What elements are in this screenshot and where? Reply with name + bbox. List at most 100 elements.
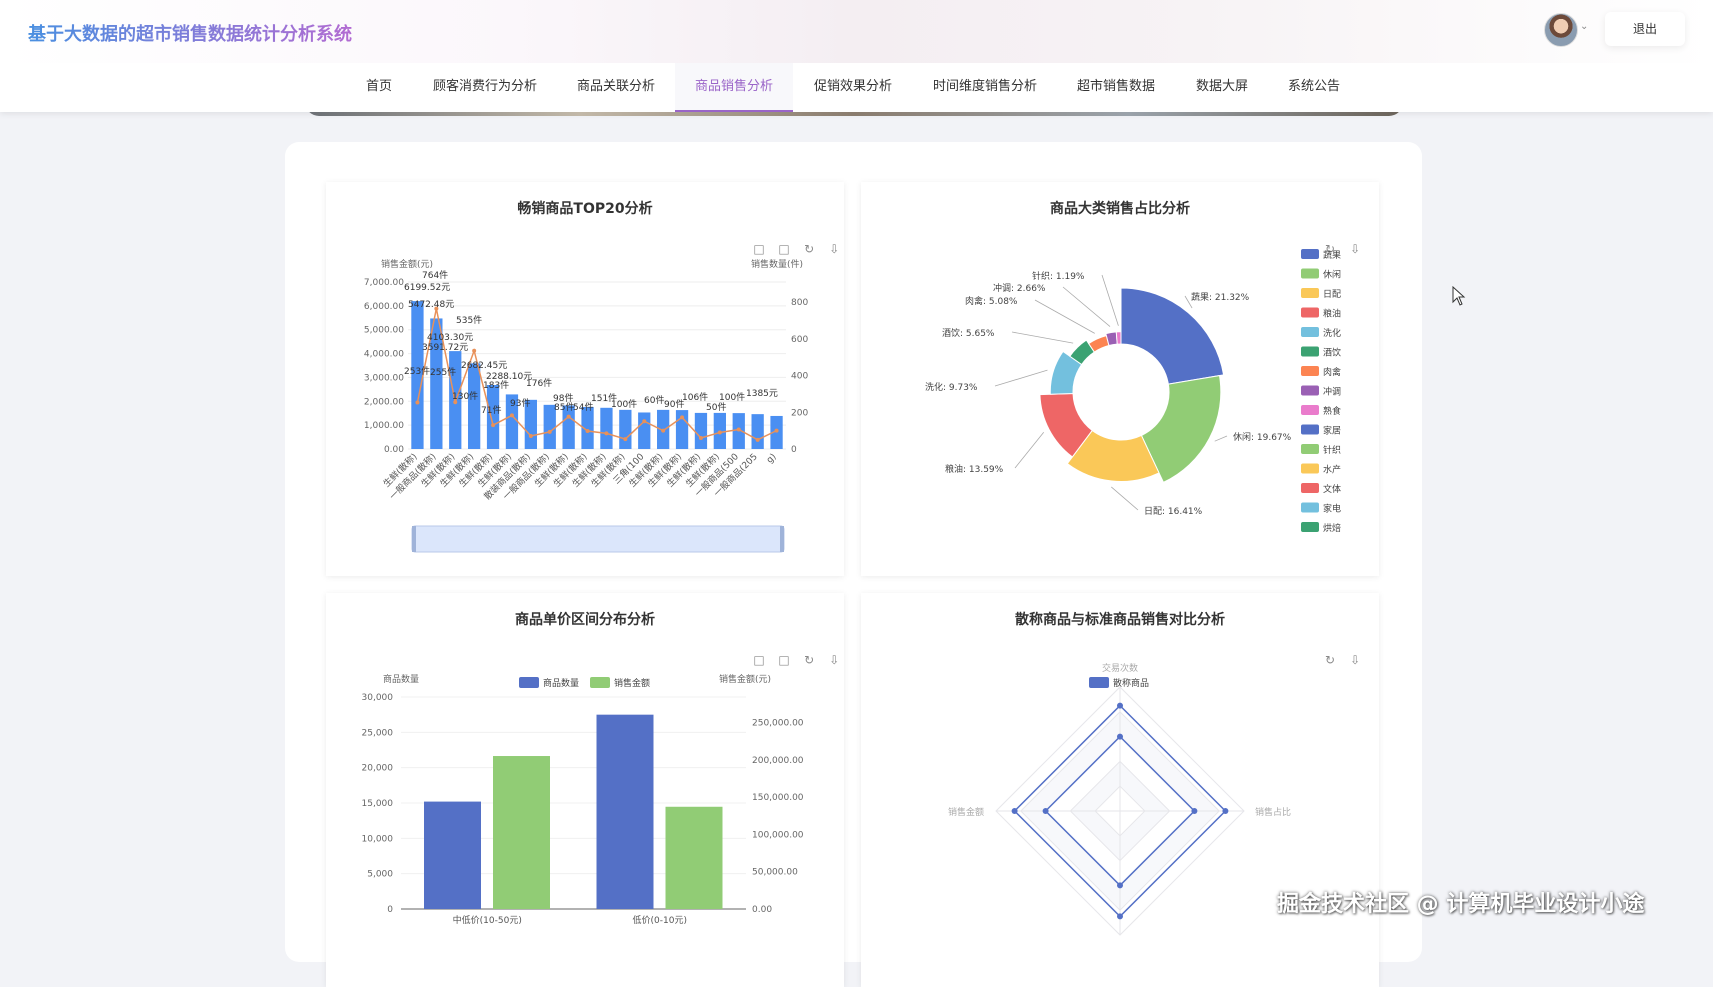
nav-item-product-association[interactable]: 商品关联分析: [565, 63, 667, 110]
mouse-cursor-icon: [1452, 286, 1466, 306]
bar: [486, 385, 500, 449]
pie-label: 粮油: 13.59%: [945, 463, 1004, 475]
bar: [468, 363, 481, 449]
watermark: 掘金技术社区 @ 计算机毕业设计小途: [1277, 892, 1645, 917]
chevron-down-icon[interactable]: ⌄: [1580, 21, 1588, 32]
data-label: 2682.45元: [461, 361, 507, 371]
pie-label-line: [1011, 331, 1074, 344]
user-avatar[interactable]: [1544, 13, 1578, 47]
pie-label-line: [1101, 274, 1119, 326]
y-tick-label-right: 0: [791, 445, 797, 455]
y-tick-label-right: 800: [791, 298, 808, 308]
bar: [600, 407, 613, 449]
nav-item-dashboard[interactable]: 数据大屏: [1188, 63, 1256, 110]
bar: [694, 412, 708, 449]
chart-panel-price: 商品单价区间分布分析 □ □ ↻ ⇩ 商品数量 销售金额(元) 30,000 25,0…: [326, 593, 844, 987]
y-axis-label-right: 销售数量(件): [751, 258, 803, 270]
line-point: [698, 435, 703, 440]
nav-item-home[interactable]: 首页: [350, 63, 408, 110]
data-label: 1385元: [746, 389, 778, 399]
data-label: 100件: [719, 391, 745, 403]
y-tick-label-right: 0.00: [752, 905, 772, 915]
legend-label: 洗化: [1323, 327, 1341, 339]
nav-item-time-dimension[interactable]: 时间维度销售分析: [925, 63, 1045, 110]
bar: [424, 801, 481, 909]
legend-label: 休闲: [1323, 269, 1341, 281]
bar: [751, 414, 764, 449]
legend-label: 商品数量: [543, 677, 579, 689]
nav-item-promotion[interactable]: 促销效果分析: [800, 63, 906, 110]
legend-label: 水产: [1323, 464, 1341, 476]
legend-label: 家电: [1323, 503, 1341, 515]
pie-label: 洗化: 9.73%: [925, 381, 978, 393]
pie-label-line: [1214, 435, 1228, 442]
pie-label: 肉禽: 5.08%: [965, 295, 1018, 307]
nav-item-product-sales[interactable]: 商品销售分析: [675, 63, 793, 112]
line-point: [736, 427, 741, 432]
pie-label: 酒饮: 5.65%: [942, 327, 995, 339]
radar-point: [1117, 882, 1123, 889]
legend-swatch: [1301, 522, 1319, 532]
legend-label: 散称商品: [1113, 677, 1149, 689]
chart-panel-radar: 散称商品与标准商品销售对比分析 ↻ ⇩ 交易次数 销售占比 销售金额 散称商品: [861, 593, 1379, 987]
bar: [665, 806, 723, 909]
data-label: 255件: [430, 366, 456, 378]
y-tick-label-right: 200: [791, 408, 808, 418]
legend-swatch: [1301, 483, 1319, 493]
legend-swatch: [590, 677, 610, 688]
pie-label: 休闲: 19.67%: [1233, 431, 1292, 443]
legend-label: 销售金额: [614, 677, 650, 689]
line-point: [774, 428, 779, 433]
data-label: 764件: [422, 269, 448, 281]
line-point: [415, 400, 420, 405]
legend-swatch: [1301, 502, 1319, 513]
chart-panel-category: 商品大类销售占比分析 ↻ ⇩ 蔬果: 21.32% 休闲: 19.67% 日配: 1…: [861, 182, 1379, 576]
logout-button[interactable]: 退出: [1605, 12, 1685, 46]
x-tick-label: 低价(0-10元): [633, 914, 687, 926]
bar: [619, 409, 632, 449]
legend-swatch: [1301, 444, 1319, 454]
legend-swatch: [1301, 405, 1319, 415]
y-tick-label-left: 2,000.00: [364, 397, 404, 407]
nav-item-announcement[interactable]: 系统公告: [1280, 63, 1348, 110]
legend-label: 蔬果: [1323, 249, 1341, 261]
y-tick-label-left: 0: [387, 905, 393, 915]
radar-indicator: 交易次数: [1102, 662, 1138, 674]
chart-panel-top20: 畅销商品TOP20分析 □ □ ↻ ⇩ 销售金额(元) 销售数量(件) 7,000.…: [326, 182, 844, 576]
data-label: 85件: [554, 401, 574, 413]
line-point: [755, 437, 760, 442]
legend-label: 烘焙: [1323, 522, 1341, 534]
y-tick-label-left: 10,000: [362, 834, 394, 844]
radar-chart: 交易次数销售占比 销售金额 散称商品: [948, 662, 1291, 936]
data-label: 183件: [483, 379, 509, 391]
legend-swatch: [1301, 327, 1319, 337]
nav-item-customer-behavior[interactable]: 顾客消费行为分析: [425, 63, 545, 110]
y-tick-label-right: 100,000.00: [752, 830, 804, 840]
legend-swatch: [1301, 307, 1319, 318]
data-label: 176件: [526, 377, 552, 389]
legend-swatch: [1301, 366, 1319, 376]
line-point: [528, 433, 533, 438]
data-label: 6199.52元: [404, 283, 450, 293]
y-tick-label-right: 250,000.00: [752, 718, 804, 728]
nav-item-sales-data[interactable]: 超市销售数据: [1070, 63, 1162, 110]
radar-indicator: 销售金额: [948, 806, 984, 818]
line-point: [680, 415, 685, 420]
line-point: [717, 430, 722, 435]
legend-label: 针织: [1323, 444, 1341, 456]
y-tick-label-right: 50,000.00: [752, 868, 798, 878]
category-pie-chart: 蔬果: 21.32% 休闲: 19.67% 日配: 16.41% 粮油: 13.59%…: [925, 249, 1341, 534]
bar: [493, 756, 550, 909]
line-point: [623, 437, 628, 442]
line-point: [604, 431, 609, 436]
y-tick-label-right: 600: [791, 335, 808, 345]
legend-label: 冲调: [1323, 386, 1341, 398]
line-point: [547, 429, 552, 434]
x-tick-label: g): [765, 452, 779, 466]
legend-label: 肉禽: [1323, 366, 1341, 378]
legend-label: 酒饮: [1323, 347, 1341, 359]
line-point: [642, 419, 647, 424]
y-tick-label-left: 20,000: [362, 764, 394, 774]
top20-chart: 销售金额(元) 销售数量(件) 7,000.00 6,000.00 5,000.00 4,…: [364, 258, 808, 553]
radar-point: [1117, 913, 1123, 920]
